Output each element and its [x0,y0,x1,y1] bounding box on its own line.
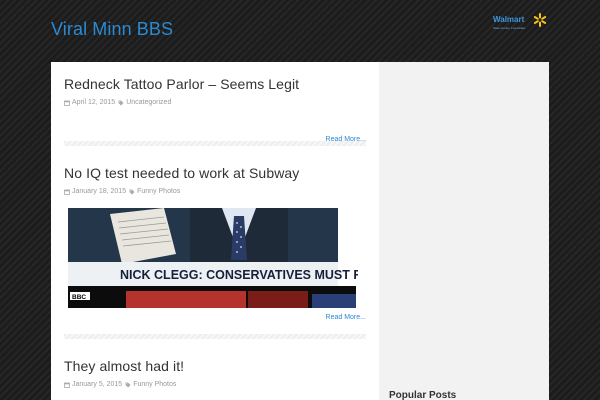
post-title-link[interactable]: Redneck Tattoo Parlor – Seems Legit [64,76,366,92]
post-title-link[interactable]: They almost had it! [64,358,366,374]
post-item: No IQ test needed to work at Subway Janu… [64,165,366,195]
tag-icon [129,189,135,194]
tag-icon [118,100,124,105]
site-title[interactable]: Viral Minn BBS [51,19,173,40]
post-category-link[interactable]: Uncategorized [126,99,171,106]
calendar-icon [64,382,70,388]
post-image[interactable]: NICK CLEGG: CONSERVATIVES MUST R BBC [68,208,358,308]
post-category-link[interactable]: Funny Photos [133,381,176,388]
tag-icon [125,382,131,387]
post-date: April 12, 2015 [72,99,116,106]
post-item: They almost had it! January 5, 2015 Funn… [64,358,366,388]
ad-brand-name: Walmart [493,15,525,24]
post-meta: April 12, 2015 Uncategorized [64,99,366,106]
post-title-link[interactable]: No IQ test needed to work at Subway [64,165,366,181]
post-date: January 5, 2015 [72,381,123,388]
post-date: January 18, 2015 [72,188,127,195]
post-divider [64,334,366,339]
sidebar: Popular Posts [379,62,549,400]
news-channel-logo: BBC [72,294,86,301]
spark-icon [533,13,547,27]
post-meta: January 5, 2015 Funny Photos [64,381,366,388]
sidebar-heading-popular-posts: Popular Posts [389,390,457,400]
post-list: Redneck Tattoo Parlor – Seems Legit Apri… [51,62,379,400]
post-divider [64,141,366,146]
ad-tagline: Save money. Live better. [493,26,526,30]
calendar-icon [64,189,70,195]
news-banner-text: NICK CLEGG: CONSERVATIVES MUST R [120,268,358,282]
post-category-link[interactable]: Funny Photos [137,188,180,195]
read-more-link[interactable]: Read More... [326,314,366,321]
header-ad-banner[interactable]: Walmart Save money. Live better. [491,13,547,33]
calendar-icon [64,100,70,106]
news-screenshot-image: NICK CLEGG: CONSERVATIVES MUST R BBC [68,208,358,308]
post-item: Redneck Tattoo Parlor – Seems Legit Apri… [64,76,366,143]
post-meta: January 18, 2015 Funny Photos [64,188,366,195]
